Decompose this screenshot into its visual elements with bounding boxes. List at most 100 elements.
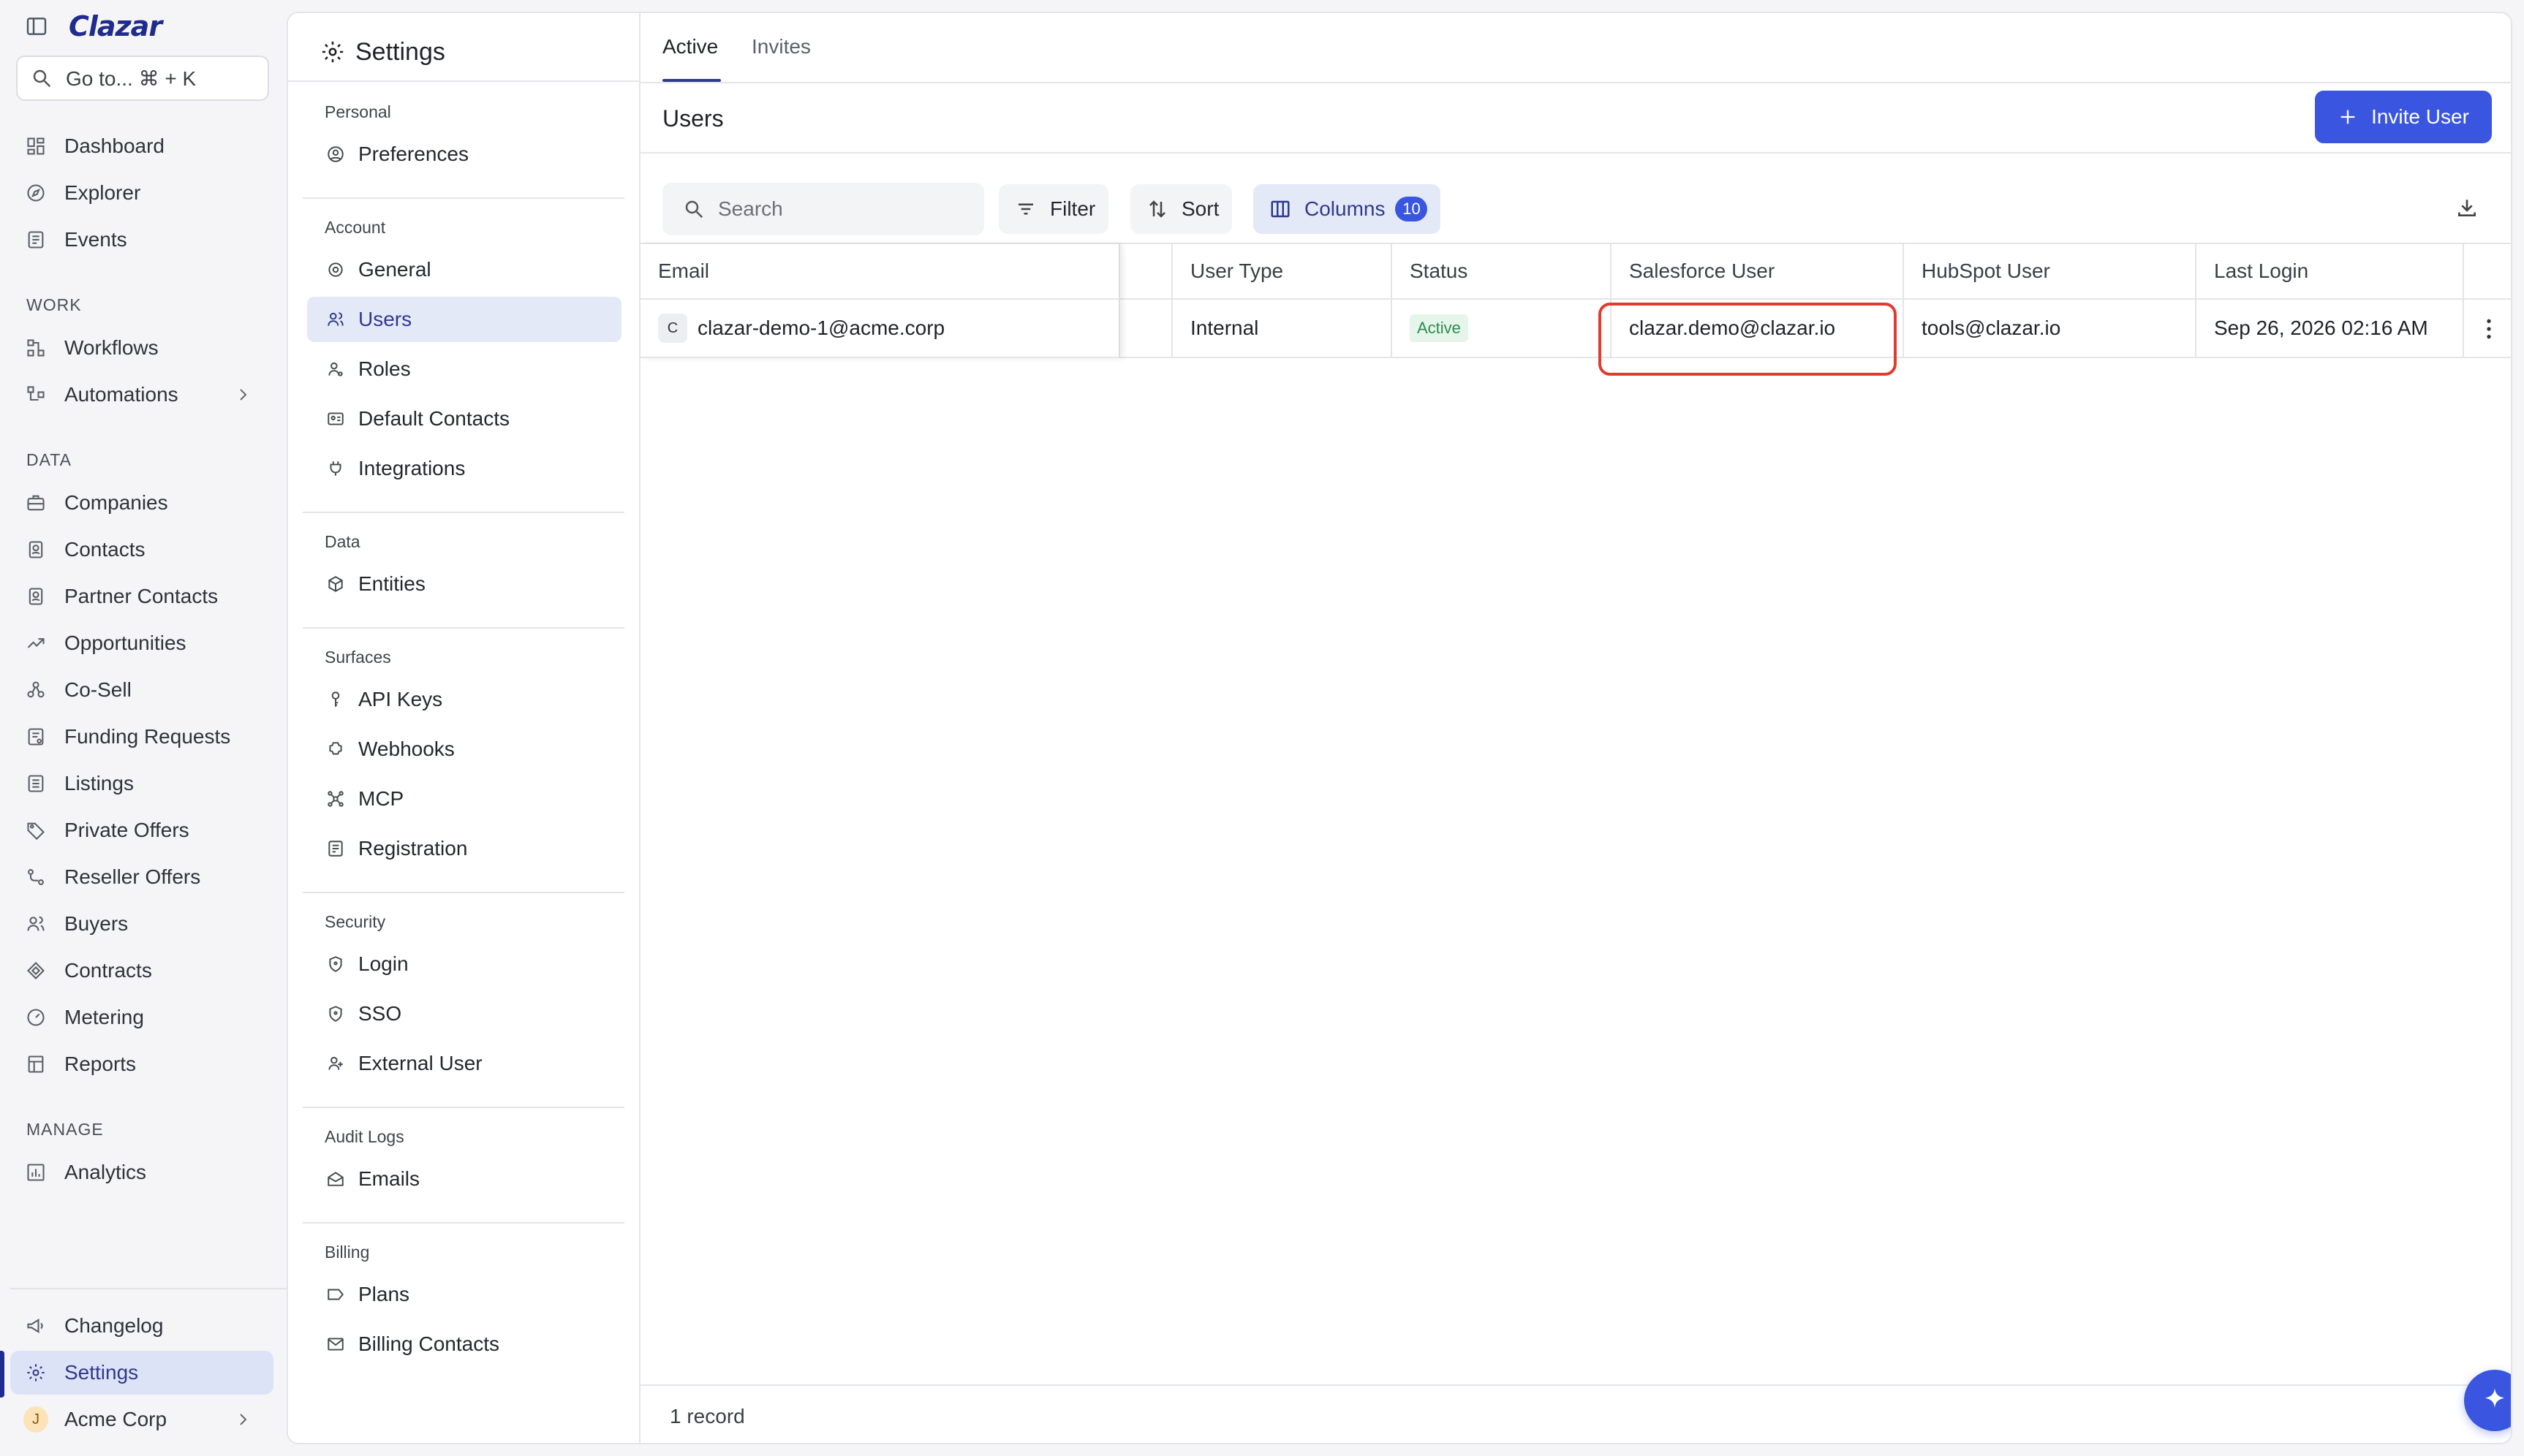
column-header-last-login[interactable]: Last Login <box>2196 244 2464 298</box>
column-header-hubspot-user[interactable]: HubSpot User <box>1904 244 2196 298</box>
column-header-status[interactable]: Status <box>1392 244 1611 298</box>
table-footer: 1 record <box>641 1384 2511 1443</box>
nav-label: Funding Requests <box>64 725 231 748</box>
nav-item-contracts[interactable]: Contracts <box>10 949 273 993</box>
search-input[interactable] <box>718 197 967 221</box>
app-logo[interactable]: Clazar <box>69 10 162 42</box>
nav-item-settings[interactable]: Settings <box>10 1351 273 1395</box>
funding-icon <box>23 724 48 749</box>
nav-item-private-offers[interactable]: Private Offers <box>10 808 273 852</box>
settings-item-external-user[interactable]: External User <box>307 1041 621 1086</box>
filter-button[interactable]: Filter <box>999 184 1109 234</box>
webhook-icon <box>325 738 347 760</box>
nav-label: Metering <box>64 1006 144 1028</box>
cell-hubspot-user[interactable]: tools@clazar.io <box>1904 300 2196 357</box>
org-switcher[interactable]: J Acme Corp <box>10 1398 273 1441</box>
divider <box>303 512 624 513</box>
nav-label: Contacts <box>64 538 146 561</box>
invite-user-button[interactable]: Invite User <box>2315 91 2492 143</box>
automation-icon <box>23 382 48 407</box>
column-header-hidden <box>1120 244 1173 298</box>
nav-item-automations[interactable]: Automations <box>10 373 273 417</box>
nav-item-co-sell[interactable]: Co-Sell <box>10 668 273 712</box>
settings-item-entities[interactable]: Entities <box>307 561 621 607</box>
settings-item-roles[interactable]: Roles <box>307 346 621 392</box>
nav-item-funding-requests[interactable]: Funding Requests <box>10 715 273 759</box>
nav-label: Companies <box>64 491 168 514</box>
nav-item-reseller-offers[interactable]: Reseller Offers <box>10 855 273 899</box>
table-row[interactable]: C clazar-demo-1@acme.corp Internal Activ… <box>641 300 2511 358</box>
nav-item-analytics[interactable]: Analytics <box>10 1150 273 1194</box>
settings-group-surfaces: Surfaces <box>325 648 391 667</box>
chevron-right-icon <box>234 386 252 403</box>
settings-item-sso[interactable]: SSO <box>307 991 621 1036</box>
cell-last-login: Sep 26, 2026 02:16 AM <box>2196 300 2464 357</box>
main-panel: Settings Personal Preferences Account Ge… <box>287 12 2512 1444</box>
table-toolbar: Filter Sort Columns 10 <box>641 153 2511 244</box>
settings-item-registration[interactable]: Registration <box>307 826 621 871</box>
plan-tag-icon <box>325 1284 347 1305</box>
nav-label: Co-Sell <box>64 678 132 701</box>
tab-active[interactable]: Active <box>662 35 718 58</box>
chevron-right-icon <box>234 1411 252 1428</box>
column-header-salesforce-user[interactable]: Salesforce User <box>1611 244 1904 298</box>
nav-label: Events <box>64 228 127 251</box>
settings-title: Settings <box>320 34 445 70</box>
cell-hidden <box>1120 300 1173 357</box>
nav-item-reports[interactable]: Reports <box>10 1042 273 1086</box>
page-title: Users <box>662 105 724 132</box>
goto-search-button[interactable]: Go to... ⌘ + K <box>16 56 269 101</box>
settings-nav: Settings Personal Preferences Account Ge… <box>288 13 641 1443</box>
workflow-icon <box>23 335 48 360</box>
settings-item-users[interactable]: Users <box>307 297 621 342</box>
settings-item-default-contacts[interactable]: Default Contacts <box>307 396 621 441</box>
column-header-email[interactable]: Email <box>641 244 1120 298</box>
settings-item-preferences[interactable]: Preferences <box>307 132 621 177</box>
sidebar-toggle-icon[interactable] <box>22 12 51 41</box>
settings-group-security: Security <box>325 912 386 931</box>
settings-group-billing: Billing <box>325 1243 370 1262</box>
settings-item-login[interactable]: Login <box>307 941 621 987</box>
dashboard-icon <box>23 134 48 159</box>
tab-underline <box>662 79 721 82</box>
nav-item-metering[interactable]: Metering <box>10 996 273 1039</box>
filter-icon <box>1015 198 1037 220</box>
settings-item-api-keys[interactable]: API Keys <box>307 677 621 722</box>
nav-item-changelog[interactable]: Changelog <box>10 1304 273 1348</box>
shield-icon <box>325 1003 347 1025</box>
tag-icon <box>23 818 48 843</box>
column-header-user-type[interactable]: User Type <box>1173 244 1392 298</box>
settings-item-plans[interactable]: Plans <box>307 1272 621 1317</box>
nav-label: Workflows <box>64 336 159 359</box>
settings-item-webhooks[interactable]: Webhooks <box>307 727 621 772</box>
nav-item-buyers[interactable]: Buyers <box>10 902 273 946</box>
nav-item-workflows[interactable]: Workflows <box>10 326 273 370</box>
settings-item-general[interactable]: General <box>307 247 621 292</box>
columns-icon <box>1269 198 1291 220</box>
nav-item-listings[interactable]: Listings <box>10 762 273 805</box>
nav-item-opportunities[interactable]: Opportunities <box>10 621 273 665</box>
nav-item-companies[interactable]: Companies <box>10 481 273 525</box>
divider <box>303 892 624 893</box>
settings-item-billing-contacts[interactable]: Billing Contacts <box>307 1322 621 1367</box>
row-actions-icon[interactable] <box>2464 300 2511 358</box>
nav-item-partner-contacts[interactable]: Partner Contacts <box>10 575 273 618</box>
sort-button[interactable]: Sort <box>1130 184 1233 234</box>
download-icon[interactable] <box>2455 196 2479 219</box>
nav-item-contacts[interactable]: Contacts <box>10 528 273 572</box>
settings-item-mcp[interactable]: MCP <box>307 776 621 822</box>
settings-group-account: Account <box>325 218 386 237</box>
gear-icon <box>23 1360 48 1385</box>
columns-button[interactable]: Columns 10 <box>1253 184 1441 234</box>
nav-item-explorer[interactable]: Explorer <box>10 171 273 215</box>
gear-icon <box>325 259 347 281</box>
settings-item-integrations[interactable]: Integrations <box>307 446 621 491</box>
nav-item-dashboard[interactable]: Dashboard <box>10 124 273 168</box>
external-user-icon <box>325 1053 347 1074</box>
tab-invites[interactable]: Invites <box>752 35 811 58</box>
users-header: Users Invite User <box>641 83 2511 153</box>
users-content: Active Invites Users Invite User Filter … <box>641 13 2511 1443</box>
nav-item-events[interactable]: Events <box>10 218 273 262</box>
settings-item-emails[interactable]: Emails <box>307 1156 621 1202</box>
compass-icon <box>23 181 48 205</box>
